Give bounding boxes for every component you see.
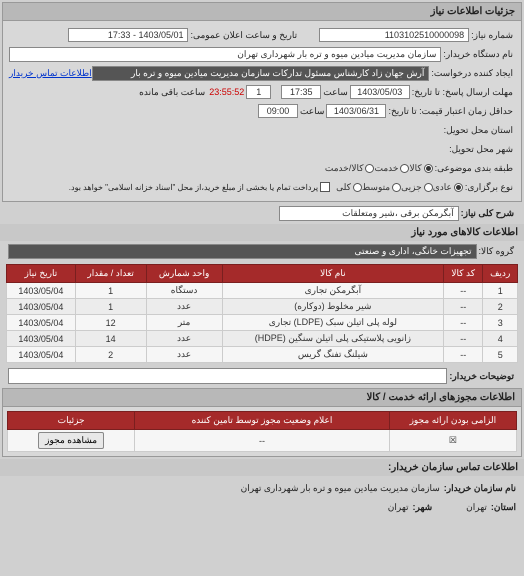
deadline-time: 17:35 [281, 85, 321, 99]
col-header: ردیف [483, 265, 518, 283]
deadline-label: مهلت ارسال پاسخ: تا تاریخ: [410, 87, 515, 98]
buyer-desc-value [8, 368, 447, 384]
buyer-contact-link[interactable]: اطلاعات تماس خریدار [9, 68, 92, 79]
province-label: استان محل تحویل: [442, 125, 515, 136]
qty-box: 1 [246, 85, 271, 99]
deadline-date: 1403/05/03 [350, 85, 410, 99]
table-row: 3--لوله پلی اتیلن سبک (LDPE) تجاریمتر121… [7, 315, 518, 331]
contact-org-value: سازمان مدیریت میادین میوه و تره بار شهرد… [239, 483, 442, 494]
requester-label: ایجاد کننده درخواست: [429, 68, 515, 79]
number-value: 1103102510000098 [319, 28, 469, 42]
goods-table: ردیفکد کالانام کالاواحد شمارشتعداد / مقد… [6, 264, 518, 363]
radio-icon [353, 183, 362, 192]
license-table: الزامی بودن ارائه مجوزاعلام وضعیت مجوز ت… [7, 411, 517, 452]
proc-opt2-radio[interactable]: جزیی [401, 182, 433, 193]
need-desc-label: شرح کلی نیاز: [459, 208, 516, 219]
license-panel: اطلاعات مجوزهای ارائه خدمت / کالا الزامی… [2, 388, 522, 457]
radio-icon [454, 183, 463, 192]
time-label-1: ساعت [321, 87, 350, 98]
contact-city-label: شهر: [411, 502, 435, 513]
radio-icon [424, 183, 433, 192]
buyer-desc-label: توضیحات خریدار: [447, 371, 516, 382]
min-valid-time: 09:00 [258, 104, 298, 118]
contact-city-value: تهران [386, 502, 411, 513]
col-header: واحد شمارش [146, 265, 222, 283]
remain-label: ساعت باقی مانده [137, 87, 207, 98]
goods-section-title: اطلاعات کالاهای مورد نیاز [0, 224, 524, 241]
category-label: طبقه بندی موضوعی: [433, 163, 515, 174]
cat-goods-service-text: کالا/خدمت [325, 163, 364, 174]
buyer-name-label: نام دستگاه خریدار: [441, 49, 515, 60]
announce-label: تاریخ و ساعت اعلان عمومی: [188, 30, 299, 41]
col-header: نام کالا [222, 265, 443, 283]
license-header: اطلاعات مجوزهای ارائه خدمت / کالا [3, 389, 521, 407]
col-header: تاریخ نیاز [7, 265, 76, 283]
table-row: ☒ -- مشاهده مجوز [8, 430, 517, 452]
min-valid-date: 1403/06/31 [326, 104, 386, 118]
requester-value: آرش جهان زاد کارشناس مسئول تدارکات سازما… [92, 66, 430, 81]
mandatory-icon: ☒ [449, 435, 457, 445]
proc-opt1-radio[interactable]: عادی [433, 182, 463, 193]
cat-goods-radio[interactable]: کالا [409, 163, 432, 174]
need-details-panel: جزئیات اطلاعات نیاز شماره نیاز: 11031025… [2, 2, 522, 202]
table-row: 5--شیلنگ تفنگ گریسعدد21403/05/04 [7, 347, 518, 363]
contact-prov-value: تهران [464, 502, 489, 513]
radio-icon [392, 183, 401, 192]
min-valid-label: حداقل زمان اعتبار قیمت: تا تاریخ: [386, 106, 515, 117]
countdown: 23:55:52 [207, 87, 246, 97]
col-header: تعداد / مقدار [75, 265, 146, 283]
goods-group-label: گروه کالا: [477, 246, 516, 257]
contact-prov-label: استان: [489, 502, 518, 513]
goods-group-value: تجهیزات خانگی، اداری و صنعتی [8, 244, 477, 259]
col-header: الزامی بودن ارائه مجوز [389, 412, 516, 430]
city-label: شهر محل تحویل: [447, 144, 515, 155]
table-row: 2--شیر مخلوط (دوکاره)عدد11403/05/04 [7, 299, 518, 315]
col-header: اعلام وضعیت مجوز توسط تامین کننده [135, 412, 390, 430]
radio-icon [400, 164, 409, 173]
buyer-name-value: سازمان مدیریت میادین میوه و تره بار شهرد… [9, 47, 441, 62]
process-label: نوع برگزاری: [463, 182, 515, 193]
col-header: جزئیات [8, 412, 135, 430]
cat-service-radio[interactable]: خدمت [374, 163, 409, 174]
proc-opt4-radio[interactable]: کلی [336, 182, 362, 193]
radio-icon [365, 164, 374, 173]
number-label: شماره نیاز: [469, 30, 515, 41]
table-row: 4--زانویی پلاستیکی پلی اتیلن سنگین (HDPE… [7, 331, 518, 347]
announce-value: 1403/05/01 - 17:33 [68, 28, 188, 42]
need-desc-value: آبگرمکن برقی ،شیر ومتعلقات [279, 206, 459, 221]
license-status: -- [135, 430, 390, 452]
time-label-2: ساعت [298, 106, 327, 117]
contact-org-label: نام سازمان خریدار: [442, 483, 518, 494]
table-row: 1--آبگرمکن تجاریدستگاه11403/05/04 [7, 283, 518, 299]
process-notes: پرداخت تمام یا بخشی از مبلغ خرید،از محل … [67, 183, 320, 192]
process-checkbox[interactable] [320, 182, 330, 192]
cat-goods-text: کالا [409, 163, 421, 174]
cat-service-text: خدمت [374, 163, 398, 174]
view-license-button[interactable]: مشاهده مجوز [38, 432, 104, 449]
contact-section-title: اطلاعات تماس سازمان خریدار: [0, 459, 524, 476]
panel-header: جزئیات اطلاعات نیاز [3, 3, 521, 21]
radio-icon [424, 164, 433, 173]
col-header: کد کالا [444, 265, 483, 283]
proc-opt3-radio[interactable]: متوسط [362, 182, 401, 193]
cat-goods-service-radio[interactable]: کالا/خدمت [325, 163, 375, 174]
